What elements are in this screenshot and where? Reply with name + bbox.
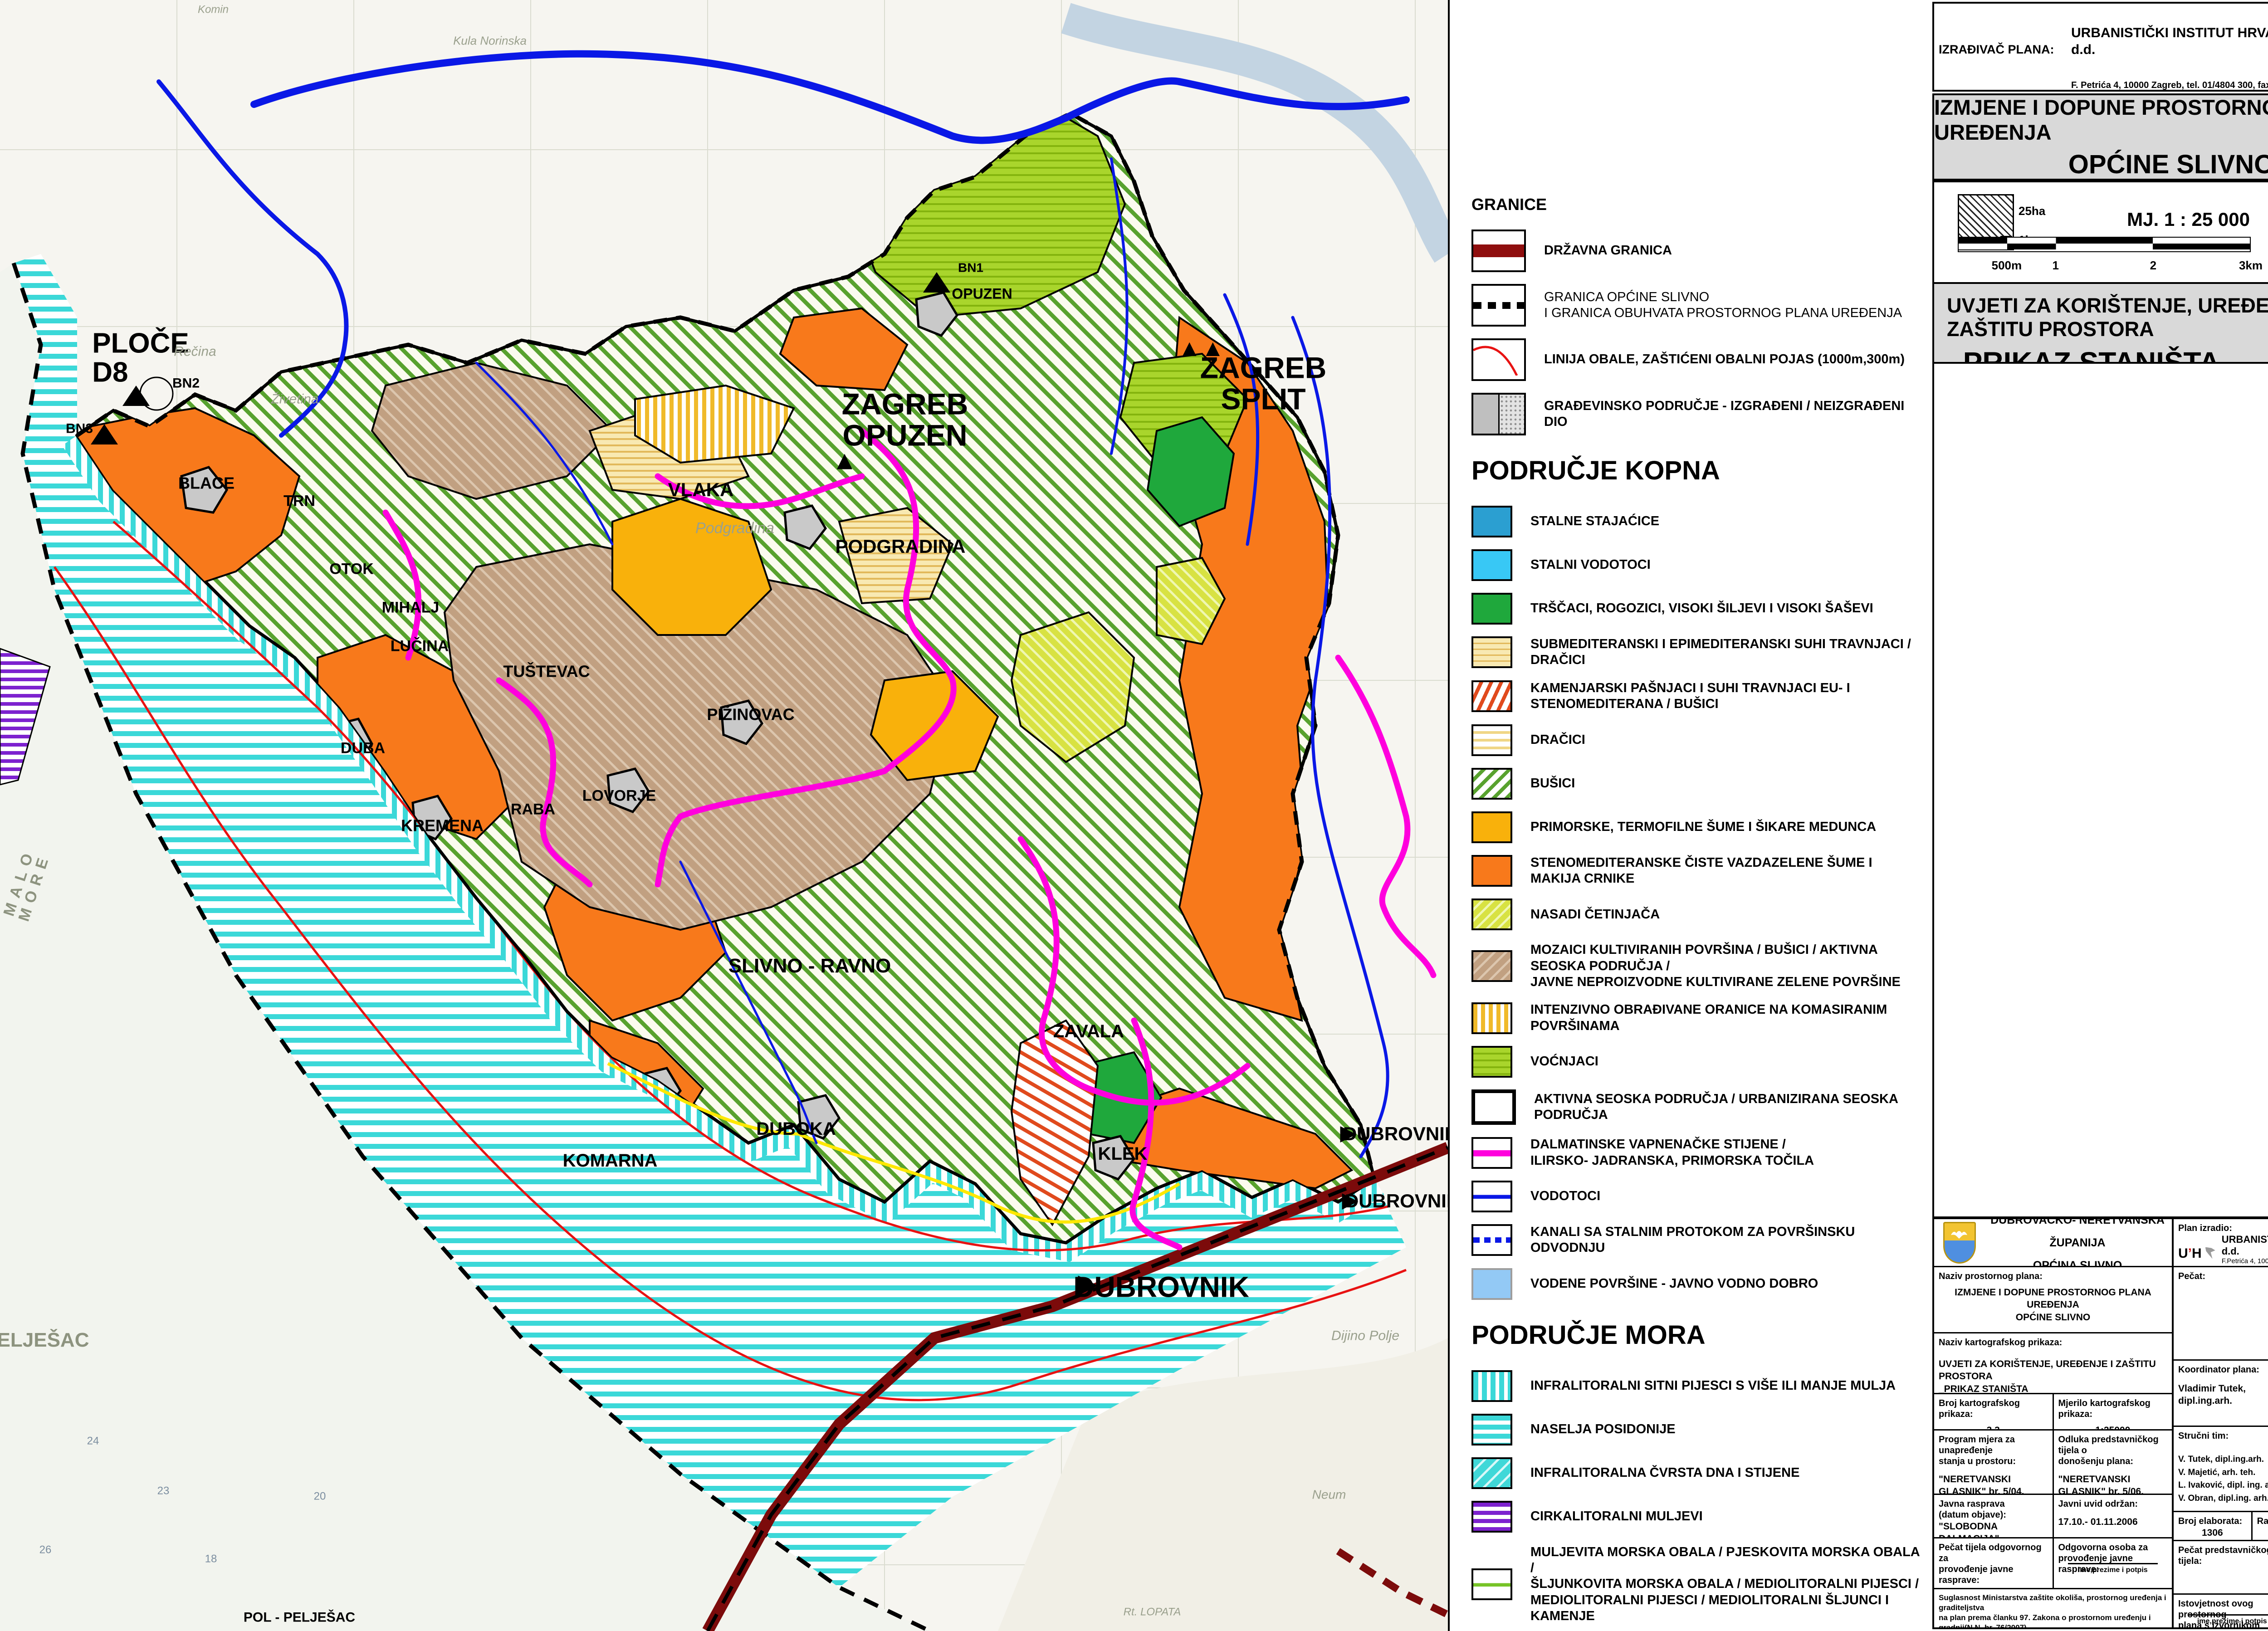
plan-header-box: IZRAĐIVAČ PLANA: URBANISTIČKI INSTITUT H… xyxy=(1932,2,2268,92)
cultivated-mosaic-swatch xyxy=(1471,950,1512,982)
broj-mjerilo-row: Broj kartografskog prikaza:3.3 Mjerilo k… xyxy=(1934,1394,2172,1431)
muddy-shore-swatch xyxy=(1471,1568,1512,1600)
map-canvas xyxy=(0,0,1448,1631)
municipal-boundary-swatch xyxy=(1471,284,1526,327)
building-area-swatch xyxy=(1471,393,1526,435)
county-cell: DUBROVAČKO- NERETVANSKA ŽUPANIJA OPĆINA … xyxy=(1934,1219,2172,1267)
program-odluka-row: Program mjera za unapređenje stanja u pr… xyxy=(1934,1431,2172,1495)
pubescent-oak-forest-swatch xyxy=(1471,811,1512,843)
state-border-swatch xyxy=(1471,230,1526,272)
empty-notes-box xyxy=(1932,362,2268,1218)
section-title-line1: UVJETI ZA KORIŠTENJE, UREĐENJE I ZAŠTITU… xyxy=(1947,294,2268,341)
main-title-box: IZMJENE I DOPUNE PROSTORNOG PLANA UREĐEN… xyxy=(1932,93,2268,181)
izradivac-name: URBANISTIČKI INSTITUT HRVATSKE d.d. F. P… xyxy=(2071,7,2268,93)
watercourse-area-swatch xyxy=(1471,549,1512,581)
map-panel: PLOČE D8 BN2 BN3 BN1 OPUZEN BLACE TRN OT… xyxy=(0,0,1450,1631)
drainage-canal-swatch xyxy=(1471,1224,1512,1256)
watercourse-line-swatch xyxy=(1471,1181,1512,1212)
pecat-odgovorna-row: Pečat tijela odgovornog za provođenje ja… xyxy=(1934,1538,2172,1589)
legend-section-granice: GRANICE xyxy=(1471,195,1921,214)
strucni-tim-cell: Stručni tim: V. Tutek, dipl.ing.arh. V. … xyxy=(2174,1427,2268,1512)
javna-uvid-row: Javna rasprava (datum objave):"SLOBODNA … xyxy=(1934,1495,2172,1538)
tim-column-1: V. Tutek, dipl.ing.arh. V. Majetić, arh.… xyxy=(2178,1453,2268,1505)
legend-item-linija-obale: LINIJA OBALE, ZAŠTIĆENI OBALNI POJAS (10… xyxy=(1471,338,1921,381)
plan-title-line1: IZMJENE I DOPUNE PROSTORNOG PLANA UREĐEN… xyxy=(1934,95,2268,145)
circalittoral-mud-swatch xyxy=(1471,1501,1512,1533)
rural-area-swatch xyxy=(1471,1089,1516,1125)
pecat-predsjednik-row: Pečat predstavničkog tijela: Predsjednik… xyxy=(2174,1541,2268,1595)
section-title-box: UVJETI ZA KORIŠTENJE, UREĐENJE I ZAŠTITU… xyxy=(1932,282,2268,364)
legend-item-drzavna-granica: DRŽAVNA GRANICA xyxy=(1471,230,1921,272)
rocky-pasture-swatch xyxy=(1471,680,1512,712)
croatia-map-icon xyxy=(2205,1247,2215,1259)
legend-section-mora: PODRUČJE MORA xyxy=(1471,1320,1921,1350)
infralittoral-sand-swatch xyxy=(1471,1370,1512,1402)
infralittoral-rock-swatch xyxy=(1471,1457,1512,1489)
legend-panel: GRANICE DRŽAVNA GRANICA GRANICA OPĆINE S… xyxy=(1450,0,1931,1631)
naziv-plana-cell: Naziv prostornog plana: IZMJENE I DOPUNE… xyxy=(1934,1267,2172,1333)
scale-bar xyxy=(1958,237,2251,252)
izradivac-address: F. Petrića 4, 10000 Zagreb, tel. 01/4804… xyxy=(2071,80,2268,90)
map-scale-text: MJ. 1 : 25 000 xyxy=(2127,209,2250,230)
plan-title-line2: OPĆINE SLIVNO xyxy=(2068,149,2268,180)
holm-oak-forest-swatch xyxy=(1471,855,1512,887)
plan-sheet: PLOČE D8 BN2 BN3 BN1 OPUZEN BLACE TRN OT… xyxy=(0,0,2268,1631)
istovjetnost-row: Istovjetnost ovog prostornog plana s izv… xyxy=(2174,1595,2268,1627)
naziv-kartografskog-cell: Naziv kartografskog prikaza: UVJETI ZA K… xyxy=(1934,1333,2172,1394)
plan-izradio-cell: Plan izradio: U’H URBANISTIČKI INSTITUT … xyxy=(2174,1219,2268,1267)
dry-grassland-swatch xyxy=(1471,636,1512,668)
legend-item-gradevinsko: GRAĐEVINSKO PODRUČJE - IZGRAĐENI / NEIZG… xyxy=(1471,393,1921,435)
signature-line: ime,prezime i potpis xyxy=(2068,1563,2158,1574)
arable-land-swatch xyxy=(1471,1002,1512,1034)
ponds-swatch xyxy=(1471,506,1512,537)
pecat-direktor-row: Pečat: Direktor: mr.sc.Ninoslav Dusper, … xyxy=(2174,1267,2268,1361)
elaborat-row: Broj elaborata:1306 Radni nalog:9872 God… xyxy=(2174,1512,2268,1541)
scale-box: 25ha 1ha MJ. 1 : 25 000 500m 1 2 3km S xyxy=(1932,181,2268,284)
posidonia-swatch xyxy=(1471,1414,1512,1445)
legend-section-kopno: PODRUČJE KOPNA xyxy=(1471,455,1921,486)
title-panel: IZRAĐIVAČ PLANA: URBANISTIČKI INSTITUT H… xyxy=(1931,0,2268,1631)
reedbeds-swatch xyxy=(1471,593,1512,625)
suglasnost-cell: Suglasnost Ministarstva zaštite okoliša,… xyxy=(1934,1589,2172,1627)
water-surface-swatch xyxy=(1471,1268,1512,1300)
conifer-plantation-swatch xyxy=(1471,899,1512,930)
limestone-cliffs-swatch xyxy=(1471,1137,1512,1169)
scale-bar-ticks: 500m 1 2 3km xyxy=(1958,259,2251,272)
uih-logo-small: U’H xyxy=(2178,1247,2215,1260)
legend-item-granica-opcine: GRANICA OPĆINE SLIVNO I GRANICA OBUHVATA… xyxy=(1471,284,1921,327)
izradivac-label: IZRAĐIVAČ PLANA: xyxy=(1939,43,2071,57)
coat-of-arms-small xyxy=(1943,1222,1976,1264)
orchards-swatch xyxy=(1471,1046,1512,1078)
thorn-scrub-swatch xyxy=(1471,724,1512,756)
garrigue-swatch xyxy=(1471,768,1512,800)
area-25ha-label: 25ha xyxy=(2019,204,2045,218)
koordinator-voditelj-row: Koordinator plana:Vladimir Tutek, dipl.i… xyxy=(2174,1361,2268,1427)
coastline-arc-swatch xyxy=(1471,338,1526,381)
info-table: DUBROVAČKO- NERETVANSKA ŽUPANIJA OPĆINA … xyxy=(1932,1217,2268,1629)
